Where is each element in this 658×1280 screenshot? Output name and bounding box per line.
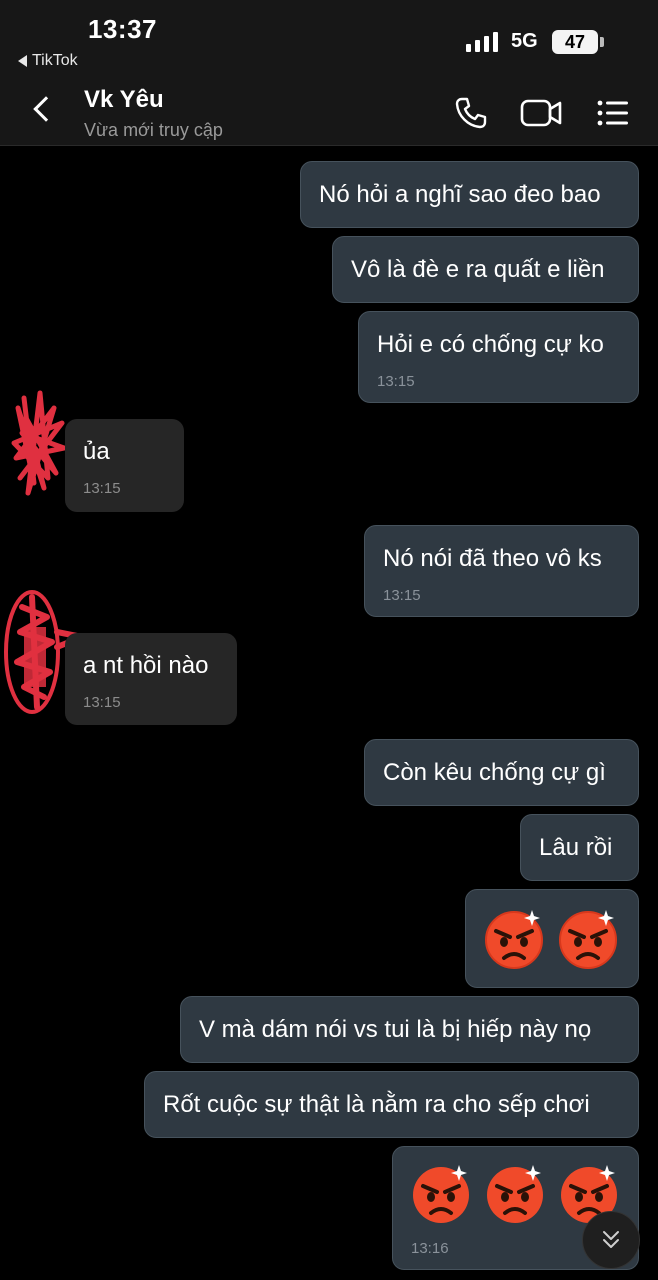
angry-face-icon <box>559 910 617 969</box>
message-bubble[interactable]: V mà dám nói vs tui là bị hiếp này nọ <box>180 996 639 1063</box>
message-text: Rốt cuộc sự thật là nằm ra cho sếp chơi <box>163 1091 590 1118</box>
message-bubble[interactable]: Lâu rồi <box>520 814 639 881</box>
chat-screen: 13:37 TikTok 5G 47 Vk Yêu Vừa mới truy c… <box>0 0 658 1280</box>
message-bubble[interactable]: Vô là đè e ra quất e liền <box>332 236 639 303</box>
battery-cap <box>600 37 604 47</box>
message-text: Còn kêu chống cự gì <box>383 759 606 786</box>
back-triangle-icon <box>18 55 27 67</box>
status-time: 13:37 <box>88 14 157 44</box>
message-bubble[interactable]: Nó nói đã theo vô ks 13:15 <box>364 525 639 617</box>
message-text: V mà dám nói vs tui là bị hiếp này nọ <box>199 1016 592 1043</box>
angry-face-icon <box>487 1165 543 1223</box>
menu-icon[interactable] <box>596 96 630 130</box>
message-text: ủa <box>83 438 110 465</box>
message-time: 13:15 <box>83 480 121 497</box>
message-time: 13:15 <box>83 694 121 711</box>
scroll-down-icon <box>603 1231 619 1248</box>
message-bubble[interactable]: Nó hỏi a nghĩ sao đeo bao <box>300 161 639 228</box>
message-time: 13:16 <box>411 1240 449 1257</box>
message-bubble[interactable]: Hỏi e có chống cự ko 13:15 <box>358 311 639 403</box>
message-text: Hỏi e có chống cự ko <box>377 331 604 358</box>
phone-icon[interactable] <box>454 96 488 130</box>
redacted-avatar <box>11 390 67 496</box>
message-bubble[interactable]: ủa 13:15 <box>65 419 184 512</box>
network-type: 5G <box>511 30 538 52</box>
message-time: 13:15 <box>377 373 415 390</box>
message-bubble[interactable]: Rốt cuộc sự thật là nằm ra cho sếp chơi <box>144 1071 639 1138</box>
message-text: Nó nói đã theo vô ks <box>383 545 602 572</box>
back-app-label: TikTok <box>32 52 78 69</box>
message-time: 13:15 <box>383 587 421 604</box>
back-chevron-icon[interactable] <box>33 96 59 122</box>
scroll-to-bottom-button[interactable] <box>582 1211 640 1269</box>
message-text: Lâu rồi <box>539 834 613 861</box>
message-text: a nt hồi nào <box>83 652 209 679</box>
contact-status: Vừa mới truy cập <box>84 120 223 140</box>
message-text: Nó hỏi a nghĩ sao đeo bao <box>319 181 601 208</box>
angry-face-icon <box>413 1165 469 1223</box>
battery-icon: 47 <box>552 30 598 54</box>
angry-face-icon <box>485 910 543 969</box>
contact-name[interactable]: Vk Yêu <box>84 86 164 114</box>
message-bubble[interactable]: Còn kêu chống cự gì <box>364 739 639 806</box>
battery-level: 47 <box>564 31 586 52</box>
back-to-app-link[interactable]: TikTok <box>18 52 78 70</box>
message-text: Vô là đè e ra quất e liền <box>351 256 605 283</box>
signal-icon <box>466 30 498 52</box>
video-call-icon[interactable] <box>520 96 562 130</box>
message-bubble[interactable]: a nt hồi nào 13:15 <box>65 633 237 725</box>
chat-header: 13:37 TikTok 5G 47 Vk Yêu Vừa mới truy c… <box>0 0 658 146</box>
emoji-message-bubble[interactable] <box>465 889 639 988</box>
